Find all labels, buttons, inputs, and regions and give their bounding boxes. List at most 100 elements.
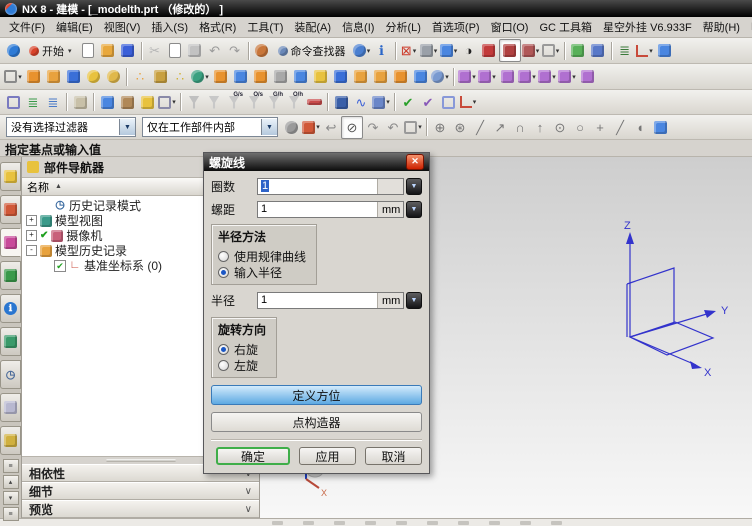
reuse-library-tab[interactable] [0,261,21,290]
part-navigator-tab[interactable] [0,228,21,257]
tube-icon[interactable] [370,66,390,87]
select-curve2-icon[interactable]: ↶ [383,117,403,138]
navigate-view-icon[interactable] [588,40,608,61]
info-window-icon[interactable]: ℹ [372,40,392,61]
dropdown-arrow-icon[interactable]: ▾ [68,47,72,55]
layer-green-icon[interactable]: ≣ [23,92,43,113]
close-window-icon[interactable]: ⊠ ▾ [399,40,419,61]
roles-icon[interactable]: ▾ [352,40,372,61]
history-tab[interactable]: ◷ [0,360,21,389]
cancel-button[interactable]: 取消 [365,447,422,465]
helix-icon[interactable]: ∿ [351,92,371,113]
sketch-icon[interactable]: ▾ [3,66,23,87]
expand-icon[interactable]: + [26,215,37,226]
radio-enter-radius[interactable]: 输入半径 [218,264,306,280]
selection-filter-combo[interactable]: 没有选择过滤器 ▼ [6,117,136,137]
turns-options-button[interactable]: ▼ [406,178,422,195]
radio-right-hand[interactable]: 右旋 [218,341,266,357]
menu-item-5[interactable]: 工具(T) [245,18,285,36]
wcs-display-icon[interactable]: ▾ [635,40,655,61]
database-icon[interactable] [331,92,351,113]
snap-tangent-icon[interactable]: ↑ [530,117,550,138]
boss-icon[interactable] [83,66,103,87]
box-icon[interactable] [210,66,230,87]
examine-geometry-icon[interactable]: ✔ [398,92,418,113]
sphere-wire-icon[interactable]: ▾ [430,66,450,87]
snap-quadrant-icon[interactable]: ◖ [630,117,650,138]
feature-split-icon[interactable]: ▾ [537,66,557,87]
sort-ascending-icon[interactable]: ▲ [55,183,62,190]
feature-doc-icon[interactable]: ▾ [517,66,537,87]
snap-slash-icon[interactable]: ╱ [610,117,630,138]
close-icon[interactable]: ✕ [406,154,424,170]
dropdown-arrow-icon[interactable]: ▾ [418,123,422,131]
menu-item-0[interactable]: 文件(F) [7,18,47,36]
pattern-feature-icon[interactable]: ∴ [130,66,150,87]
menu-item-2[interactable]: 视图(V) [102,18,143,36]
copy-icon[interactable] [165,40,185,61]
chevron-down-icon[interactable]: ▼ [261,119,277,135]
new-file-icon[interactable] [78,40,98,61]
section-preview[interactable]: 预览 ∨ [22,500,259,518]
expand-icon[interactable]: + [26,230,37,241]
menu-item-7[interactable]: 信息(I) [340,18,376,36]
show-hide-icon[interactable] [3,92,23,113]
dropdown-arrow-icon[interactable]: ▾ [18,73,22,81]
constraint-navigator-tab[interactable] [0,195,21,224]
radio-icon[interactable] [218,359,229,371]
shaded-view-icon[interactable]: ▾ [439,40,459,61]
true-shading-icon[interactable] [479,40,499,61]
work-part-icon[interactable] [650,117,670,138]
chevron-down-icon[interactable]: ∨ [245,504,252,515]
gears-icon[interactable] [281,117,301,138]
brush-icon[interactable]: ▾ [371,92,391,113]
menu-item-13[interactable]: 帮助(H) [701,18,742,36]
snapshot-icon[interactable] [655,40,675,61]
ruler-icon[interactable] [304,92,324,113]
palette-tab[interactable] [0,426,21,455]
dropdown-arrow-icon[interactable]: ▾ [473,98,477,106]
suppress-feature-icon[interactable] [497,66,517,87]
orient-view-icon[interactable] [568,40,588,61]
dropdown-arrow-icon[interactable]: ▾ [472,73,476,81]
dropdown-arrow-icon[interactable]: ▾ [649,47,653,55]
snap-arc-icon[interactable]: ∩ [510,117,530,138]
chevron-down-icon[interactable]: ▼ [119,119,135,135]
dropdown-arrow-icon[interactable]: ▾ [532,73,536,81]
cut-icon[interactable]: ✂ [145,40,165,61]
trim-body-icon[interactable] [290,66,310,87]
edit-feature-icon[interactable]: ▾ [457,66,477,87]
curve-pattern-icon[interactable]: ∴ [170,66,190,87]
menu-item-12[interactable]: 星空外挂 V6.933F [601,18,694,36]
pitch-options-button[interactable]: ▼ [406,201,422,218]
chevron-down-icon[interactable]: ∨ [245,486,252,497]
nx-logo-icon[interactable] [3,40,23,61]
dialog-title-bar[interactable]: 螺旋线 ✕ [204,153,429,171]
tag-icon[interactable] [70,92,90,113]
feature-warn-icon[interactable]: ▾ [477,66,497,87]
radio-use-law-curve[interactable]: 使用规律曲线 [218,248,306,264]
touch-mode-icon[interactable] [252,40,272,61]
menu-item-9[interactable]: 首选项(P) [430,18,482,36]
extrude-icon[interactable] [23,66,43,87]
radio-selected-icon[interactable] [218,343,229,355]
dropdown-arrow-icon[interactable]: ▾ [413,47,417,55]
menu-item-10[interactable]: 窗口(O) [489,18,531,36]
assembly-navigator-tab[interactable] [0,162,21,191]
turns-input[interactable]: 1 [257,178,404,195]
menu-item-3[interactable]: 插入(S) [149,18,190,36]
undo-icon[interactable]: ↶ [205,40,225,61]
bend-icon[interactable] [250,66,270,87]
menu-item-1[interactable]: 编辑(E) [54,18,95,36]
dropdown-arrow-icon[interactable]: ▾ [556,47,560,55]
select-curve-icon[interactable]: ↷ [363,117,383,138]
web-browser-tab[interactable] [0,327,21,356]
create-snap-point-icon[interactable]: ▾ [301,117,321,138]
dropdown-arrow-icon[interactable]: ▾ [316,123,320,131]
thicken-icon[interactable] [390,66,410,87]
dropdown-arrow-icon[interactable]: ▾ [172,98,176,106]
datum-plane-icon[interactable]: ▾ [190,66,210,87]
paste-icon[interactable] [185,40,205,61]
point-constructor-button[interactable]: 点构造器 [211,412,422,432]
section-cube-icon[interactable]: ▾ [521,40,541,61]
